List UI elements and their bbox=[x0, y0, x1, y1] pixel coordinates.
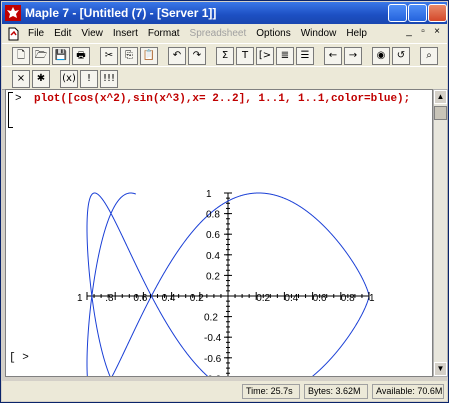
main-toolbar: 🗋 🗁 💾 🖶 ✂ ⎘ 📋 ↶ ↷ Σ T [> ≣ ☰ ← → ◉ ↺ ⌕ bbox=[2, 43, 447, 67]
y-tick-label: 0.6 bbox=[206, 230, 220, 241]
x-tick-label: 1 bbox=[369, 293, 375, 304]
y-tick-label: -0.8 bbox=[204, 374, 222, 376]
plot-region[interactable]: 1.8 0.6 0.4 0.2 0.2 0.4 0.6 0.8 110.80.60.40.20.… bbox=[6, 126, 433, 376]
text-icon[interactable]: T bbox=[236, 47, 254, 65]
group-bracket[interactable] bbox=[8, 92, 13, 128]
edit-expression-icon[interactable]: (x) bbox=[60, 70, 78, 88]
x-tick-label: 1 bbox=[77, 293, 83, 304]
menu-view[interactable]: View bbox=[76, 28, 108, 39]
cut-icon[interactable]: ✂ bbox=[100, 47, 118, 65]
scroll-thumb[interactable] bbox=[434, 106, 447, 120]
redo-icon[interactable]: ↷ bbox=[188, 47, 206, 65]
x-tick-label: 0.4 bbox=[162, 293, 176, 304]
vertical-scrollbar[interactable]: ▲ ▼ bbox=[433, 89, 448, 377]
x-tick-label: 0.6 bbox=[133, 293, 147, 304]
minimize-button[interactable] bbox=[388, 4, 407, 22]
maple-window: Maple 7 - [Untitled (7) - [Server 1]] Fi… bbox=[0, 0, 449, 403]
menu-window[interactable]: Window bbox=[296, 28, 342, 39]
window-title: Maple 7 - [Untitled (7) - [Server 1]] bbox=[25, 6, 217, 20]
menu-file[interactable]: File bbox=[23, 28, 49, 39]
y-tick-label: -0.6 bbox=[204, 354, 222, 365]
menu-edit[interactable]: Edit bbox=[49, 28, 76, 39]
execute-all-icon[interactable]: !!! bbox=[100, 70, 118, 88]
status-bytes: Bytes: 3.62M bbox=[304, 384, 368, 399]
save-icon[interactable]: 💾 bbox=[52, 47, 70, 65]
input-prompt: > bbox=[15, 93, 22, 105]
y-tick-label: 0.2 bbox=[204, 313, 218, 324]
scroll-down-icon[interactable]: ▼ bbox=[434, 362, 447, 376]
new-icon[interactable]: 🗋 bbox=[12, 47, 30, 65]
menu-insert[interactable]: Insert bbox=[108, 28, 143, 39]
stop-execution-icon[interactable]: ⨯ bbox=[12, 70, 30, 88]
maximize-button[interactable] bbox=[408, 4, 427, 22]
paste-icon[interactable]: 📋 bbox=[140, 47, 158, 65]
forward-icon[interactable]: → bbox=[344, 47, 362, 65]
doc-close-button[interactable]: × bbox=[431, 27, 443, 39]
status-available: Available: 70.6M bbox=[372, 384, 444, 399]
menu-format[interactable]: Format bbox=[143, 28, 185, 39]
execute-icon[interactable]: ! bbox=[80, 70, 98, 88]
status-bar: Time: 25.7s Bytes: 3.62M Available: 70.6… bbox=[2, 381, 447, 401]
empty-prompt[interactable]: [ > bbox=[9, 352, 29, 364]
scroll-up-icon[interactable]: ▲ bbox=[434, 90, 447, 104]
debug-icon[interactable]: ✱ bbox=[32, 70, 50, 88]
menu-help[interactable]: Help bbox=[341, 28, 372, 39]
title-bar: Maple 7 - [Untitled (7) - [Server 1]] bbox=[2, 2, 447, 24]
doc-minimize-button[interactable]: _ bbox=[403, 27, 415, 39]
command-input[interactable]: plot([cos(x^2),sin(x^3),x= 2..2], 1..1, … bbox=[34, 92, 432, 107]
doc-restore-button[interactable]: ▫ bbox=[417, 27, 429, 39]
document-icon[interactable] bbox=[6, 27, 20, 41]
y-tick-label: 0.2 bbox=[206, 271, 220, 282]
close-button[interactable] bbox=[428, 4, 447, 22]
y-tick-label: -0.4 bbox=[204, 333, 222, 344]
open-icon[interactable]: 🗁 bbox=[32, 47, 50, 65]
maple-leaf-icon bbox=[5, 5, 21, 21]
copy-icon[interactable]: ⎘ bbox=[120, 47, 138, 65]
menu-spreadsheet[interactable]: Spreadsheet bbox=[185, 28, 252, 39]
x-tick-label: 0.2 bbox=[190, 293, 204, 304]
y-tick-label: 0.8 bbox=[206, 210, 220, 221]
zoom-icon[interactable]: ⌕ bbox=[420, 47, 438, 65]
context-toolbar: ⨯ ✱ (x)!!!! bbox=[2, 66, 447, 90]
menu-options[interactable]: Options bbox=[251, 28, 295, 39]
back-icon[interactable]: ← bbox=[324, 47, 342, 65]
stop-icon[interactable]: ◉ bbox=[372, 47, 390, 65]
y-tick-label: 0.4 bbox=[206, 251, 220, 262]
insert-group-icon[interactable]: ≣ bbox=[276, 47, 294, 65]
bracket-icon[interactable]: [> bbox=[256, 47, 274, 65]
worksheet[interactable]: > plot([cos(x^2),sin(x^3),x= 2..2], 1..1… bbox=[5, 89, 433, 377]
print-icon[interactable]: 🖶 bbox=[72, 47, 90, 65]
restart-icon[interactable]: ↺ bbox=[392, 47, 410, 65]
menu-bar: File Edit View Insert Format Spreadsheet… bbox=[2, 24, 447, 43]
undo-icon[interactable]: ↶ bbox=[168, 47, 186, 65]
y-tick-label: 1 bbox=[206, 189, 212, 200]
sigma-icon[interactable]: Σ bbox=[216, 47, 234, 65]
list-icon[interactable]: ☰ bbox=[296, 47, 314, 65]
status-time: Time: 25.7s bbox=[242, 384, 300, 399]
x-tick-label: .8 bbox=[105, 293, 114, 304]
